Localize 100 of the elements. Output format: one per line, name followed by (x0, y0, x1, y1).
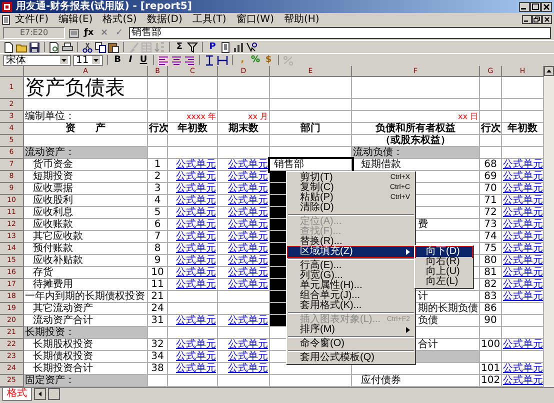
menu-item[interactable]: 套用公式模板(Q) (288, 353, 414, 363)
align-right-icon[interactable] (184, 54, 195, 66)
menu-item[interactable]: 窗口(W) (231, 13, 279, 26)
menu-item[interactable]: 区域填充(Z) (288, 247, 414, 257)
vertical-align-icon[interactable] (204, 54, 215, 66)
underline-button[interactable]: U (138, 54, 149, 66)
card-icon[interactable] (69, 28, 79, 38)
bold-button[interactable]: B (112, 54, 123, 66)
function-button[interactable]: ƒx (83, 28, 95, 38)
font-select[interactable]: 宋体 (3, 54, 71, 66)
sheet-tab[interactable]: 格式 (2, 388, 32, 401)
table-cell: 其它流动资产 (24, 303, 148, 315)
table-cell: 2 (148, 171, 168, 183)
menu-item[interactable]: 格式(S) (98, 13, 142, 26)
formula-cell: 公式单元 (218, 255, 270, 267)
section-label: 长期投资： (24, 327, 148, 339)
column-heading: 年初数 (168, 123, 218, 135)
scrollbar[interactable] (544, 66, 554, 387)
table-cell: 长期投资合计 (24, 363, 148, 375)
date-label: xxxx 年 (168, 111, 218, 123)
formula-cell: 公式单元 (218, 207, 270, 219)
menu-item[interactable]: 向下(D) (416, 247, 472, 257)
filter-icon[interactable] (187, 42, 198, 52)
menu-item[interactable]: 命令窗(O) (288, 339, 414, 349)
restore-icon[interactable] (532, 15, 542, 24)
menu-item[interactable]: 数据(D) (142, 13, 188, 26)
table-cell: 32 (148, 339, 168, 351)
column-heading: （或股东权益） (352, 135, 480, 147)
save-icon[interactable] (29, 42, 40, 52)
fit-width-icon[interactable] (217, 54, 228, 66)
maximize-icon[interactable] (530, 2, 541, 12)
column-heading: 负债和所有者权益 (352, 123, 480, 135)
page-icon[interactable] (220, 42, 231, 52)
paste-icon[interactable] (108, 42, 119, 52)
p-button[interactable]: P (207, 42, 218, 52)
formula-cell: 公式单元 (218, 279, 270, 291)
table-cell: 72 (480, 207, 502, 219)
formula-cell: 公式单元 (168, 171, 218, 183)
table-cell: 82 (480, 279, 502, 291)
formula-field[interactable]: 销售部 (128, 27, 551, 39)
close-icon[interactable] (542, 15, 552, 24)
chart-icon[interactable] (233, 42, 244, 52)
menu-item[interactable]: 列宽(G)... (288, 271, 414, 281)
help-icon[interactable] (246, 42, 257, 52)
align-left-icon[interactable] (158, 54, 169, 66)
menu-item[interactable]: 文件(F) (10, 13, 54, 26)
formula-cell: 公式单元 (168, 219, 218, 231)
formula-cell: 公式单元 (502, 183, 544, 195)
formula-cell: 公式单元 (502, 291, 544, 303)
menu-item[interactable]: 行高(E)... (288, 261, 414, 271)
menu-item[interactable]: 清除(D) (288, 203, 414, 213)
menu-item[interactable]: 工具(T) (187, 13, 232, 26)
align-center-icon[interactable] (171, 54, 182, 66)
menu-item[interactable]: 帮助(H) (278, 13, 324, 26)
cell-reference-field[interactable]: E7:E20 (3, 27, 65, 39)
menu-item[interactable]: 排序(M) (288, 325, 414, 335)
table-cell: 货币资金 (24, 159, 148, 171)
table-cell: 6 (148, 219, 168, 231)
folder-icon[interactable] (16, 42, 27, 52)
italic-button[interactable]: I (125, 54, 136, 66)
table-cell: 74 (480, 231, 502, 243)
menu-item[interactable]: 向右(R) (416, 257, 472, 267)
minimize-icon[interactable] (522, 15, 532, 24)
app-icon (2, 2, 12, 12)
formula-cell: 公式单元 (168, 267, 218, 279)
menu-item[interactable]: 编辑(E) (54, 13, 98, 26)
size-select[interactable]: 11 (73, 54, 103, 66)
table-cell: 90 (480, 315, 502, 327)
column-heading: 资 产 (24, 123, 148, 135)
close-icon[interactable] (541, 2, 552, 12)
scroll-up-icon[interactable] (544, 66, 554, 76)
menu-item[interactable]: 替换(R)... (288, 237, 414, 247)
table-cell: 短期投资 (24, 171, 148, 183)
table-cell: 应收账款 (24, 219, 148, 231)
date-label: xx 月 (218, 111, 270, 123)
scroll-right-icon[interactable] (48, 388, 60, 400)
report-title: 资产负债表 (24, 77, 148, 99)
preview-icon[interactable] (49, 42, 60, 52)
table-cell: 8 (148, 243, 168, 255)
menu-item[interactable]: 单元属性(H)... (288, 281, 414, 291)
table-cell: 69 (480, 171, 502, 183)
printer-icon[interactable] (62, 42, 73, 52)
dropdown-arrow-icon (92, 56, 100, 64)
sum-button[interactable]: Σ (174, 42, 185, 52)
new-file-icon[interactable] (3, 42, 14, 52)
section-label: 固定资产： (24, 375, 148, 387)
formula-cell: 公式单元 (502, 375, 544, 387)
active-cell[interactable]: 销售部 (270, 159, 352, 171)
formula-cell: 公式单元 (502, 255, 544, 267)
formula-cell: 公式单元 (502, 231, 544, 243)
scroll-left-icon[interactable] (34, 388, 46, 400)
formula-cell: 公式单元 (502, 219, 544, 231)
copy-icon[interactable] (95, 42, 106, 52)
select-all-corner[interactable] (0, 66, 24, 77)
minimize-icon[interactable] (519, 2, 530, 12)
scissors-icon[interactable] (82, 42, 93, 52)
table-cell: 31 (148, 315, 168, 327)
formula-cell: 公式单元 (218, 339, 270, 351)
table-cell: 7 (148, 231, 168, 243)
column-heading: 部门 (270, 123, 352, 135)
